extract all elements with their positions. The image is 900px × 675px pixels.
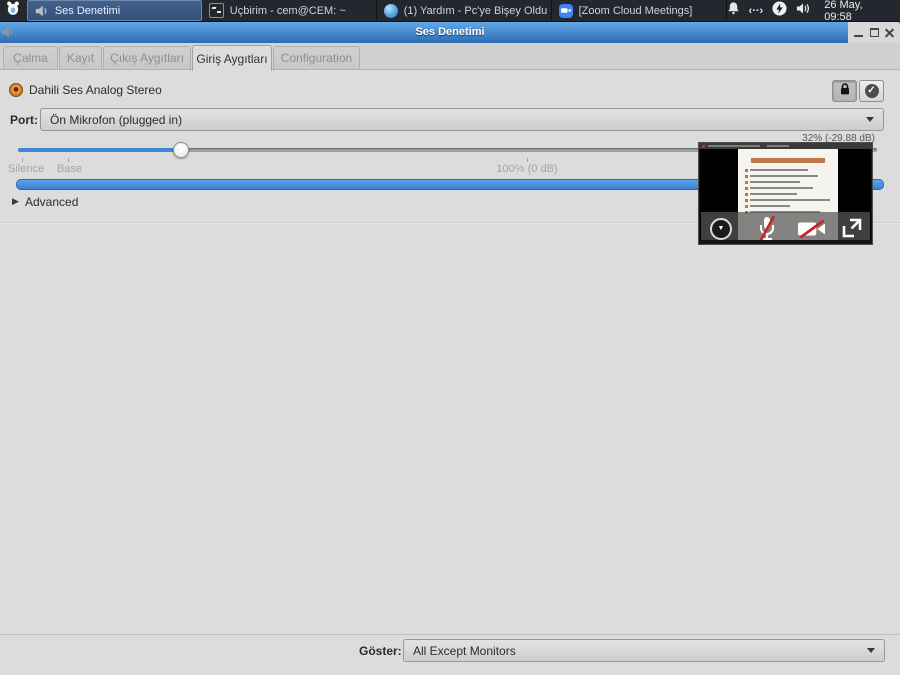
taskbar-item-label: Ses Denetimi xyxy=(54,4,121,17)
taskbar-item-zoom[interactable]: [Zoom Cloud Meetings] xyxy=(552,0,727,21)
terminal-icon xyxy=(208,3,224,18)
titlebar-text-smudge xyxy=(767,145,789,147)
lock-channels-button[interactable] xyxy=(832,80,857,102)
taskbar-item-browser[interactable]: (1) Yardım - Pc'ye Bişey Oldu | S... xyxy=(377,0,552,21)
audio-card-icon xyxy=(9,83,23,97)
expand-fullscreen-icon[interactable] xyxy=(841,217,863,240)
tick-100-mark xyxy=(527,158,528,162)
volume-icon[interactable] xyxy=(796,2,811,20)
tick-100-label: 100% (0 dB) xyxy=(496,163,558,175)
show-label: Göster: xyxy=(359,644,402,658)
taskbar-item-label: (1) Yardım - Pc'ye Bişey Oldu | S... xyxy=(403,4,551,17)
browser-icon xyxy=(383,3,398,18)
tick-base-label: Base xyxy=(57,163,83,175)
network-icon[interactable]: ‹··› xyxy=(749,5,764,17)
tick-silence-mark xyxy=(22,158,23,162)
taskbar-item-terminal[interactable]: Uçbirim - cem@CEM: ~ xyxy=(202,0,377,21)
xfce-mouse-icon xyxy=(5,0,21,21)
chevron-down-icon xyxy=(867,648,875,653)
taskbar-item-label: Uçbirim - cem@CEM: ~ xyxy=(229,4,346,17)
minimize-button[interactable] xyxy=(853,27,864,38)
power-manager-icon[interactable] xyxy=(772,1,787,21)
zoom-meeting-overlay[interactable]: ▼ xyxy=(698,142,873,245)
camera-muted-icon[interactable] xyxy=(798,219,826,240)
tab-bar: Çalma Kayıt Çıkış Aygıtları Giriş Aygıtl… xyxy=(0,43,900,71)
set-fallback-button[interactable]: ✓ xyxy=(859,80,884,102)
tab-input-devices[interactable]: Giriş Aygıtları xyxy=(192,45,272,71)
tab-configuration[interactable]: Configuration xyxy=(273,46,360,69)
applications-menu-button[interactable] xyxy=(0,0,27,21)
microphone-muted-icon[interactable] xyxy=(756,215,778,240)
expander-triangle-icon: ▶ xyxy=(12,196,19,206)
zoom-camera-icon xyxy=(558,3,573,18)
clock[interactable]: 26 May, 09:58 xyxy=(820,0,892,23)
device-name: Dahili Ses Analog Stereo xyxy=(29,83,162,97)
top-panel: Ses Denetimi Uçbirim - cem@CEM: ~ (1) Ya… xyxy=(0,0,900,23)
record-dot-icon xyxy=(702,144,705,148)
chevron-down-icon: ▼ xyxy=(717,225,725,232)
shared-screen-video: ▼ xyxy=(700,149,871,240)
window-title: Ses Denetimi xyxy=(415,26,485,38)
show-dropdown[interactable]: All Except Monitors xyxy=(403,639,885,662)
speaker-icon xyxy=(35,4,49,18)
tick-base-mark xyxy=(68,158,69,162)
desktop: Ses Denetimi Uçbirim - cem@CEM: ~ (1) Ya… xyxy=(0,0,900,675)
close-button[interactable] xyxy=(884,27,895,38)
tab-playback[interactable]: Çalma xyxy=(3,46,58,69)
port-value: Ön Mikrofon (plugged in) xyxy=(50,112,183,127)
show-value: All Except Monitors xyxy=(413,643,516,658)
lock-icon xyxy=(839,82,851,101)
zoom-control-bar: ▼ xyxy=(701,212,870,240)
port-label: Port: xyxy=(10,113,38,127)
window-titlebar[interactable]: Ses Denetimi xyxy=(0,22,900,43)
system-tray: ‹··› 26 May, 09:58 xyxy=(727,0,900,23)
chevron-down-icon xyxy=(866,117,874,122)
footer-separator xyxy=(0,634,900,635)
zoom-options-button[interactable]: ▼ xyxy=(710,218,732,240)
tab-output-devices[interactable]: Çıkış Aygıtları xyxy=(103,46,191,69)
slide-title-line xyxy=(751,158,825,163)
taskbar-item-ses-denetimi[interactable]: Ses Denetimi xyxy=(26,0,202,21)
tab-recording[interactable]: Kayıt xyxy=(59,46,102,69)
volume-slider-handle[interactable] xyxy=(173,142,189,158)
advanced-expander[interactable]: Advanced xyxy=(25,195,78,209)
check-icon: ✓ xyxy=(864,84,879,98)
maximize-button[interactable] xyxy=(869,27,880,38)
taskbar-item-label: [Zoom Cloud Meetings] xyxy=(578,4,693,17)
window-controls xyxy=(848,22,900,43)
port-dropdown[interactable]: Ön Mikrofon (plugged in) xyxy=(40,108,884,131)
tick-silence-label: Silence xyxy=(8,163,45,175)
volume-slider-fill xyxy=(18,148,181,152)
notification-bell-icon[interactable] xyxy=(727,1,740,20)
titlebar-text-smudge xyxy=(708,145,760,147)
